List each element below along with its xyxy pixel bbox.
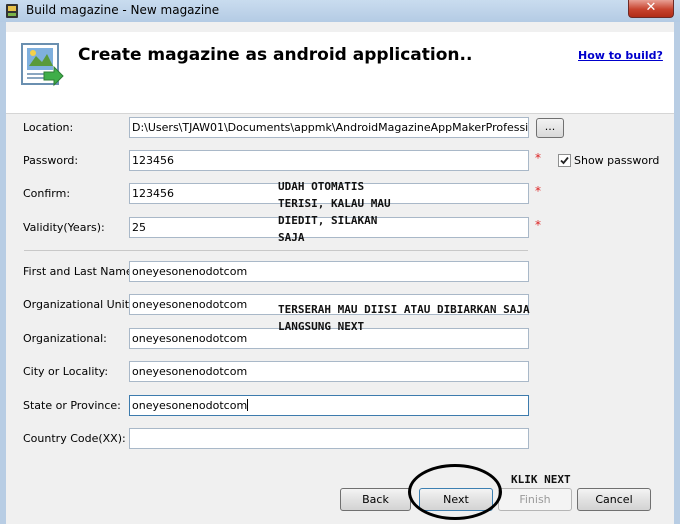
validity-label: Validity(Years): xyxy=(23,221,105,234)
annotation-optional: TERSERAH MAU DIISI ATAU DIBIARKAN SAJA L… xyxy=(278,301,530,335)
how-to-build-link[interactable]: How to build? xyxy=(578,49,663,62)
org-unit-label: Organizational Unit: xyxy=(23,298,133,311)
browse-button[interactable]: ... xyxy=(536,118,564,138)
show-password-label[interactable]: Show password xyxy=(574,154,659,167)
finish-button: Finish xyxy=(498,488,572,511)
title-bar: Build magazine - New magazine ✕ xyxy=(0,0,680,22)
checkmark-icon xyxy=(560,156,569,165)
magazine-android-icon xyxy=(21,43,64,87)
annotation-circle xyxy=(408,464,502,520)
annotation-line: UDAH OTOMATIS xyxy=(278,180,365,193)
password-label: Password: xyxy=(23,154,79,167)
form-separator xyxy=(24,250,528,251)
annotation-line: TERSERAH MAU DIISI ATAU DIBIARKAN SAJA xyxy=(278,303,530,316)
annotation-line: LANGSUNG NEXT xyxy=(278,320,365,333)
required-marker: * xyxy=(535,218,541,232)
window-frame-right xyxy=(674,22,680,524)
country-input[interactable] xyxy=(129,428,529,449)
annotation-line: SAJA xyxy=(278,231,305,244)
cancel-button[interactable]: Cancel xyxy=(577,488,651,511)
required-marker: * xyxy=(535,184,541,198)
close-icon: ✕ xyxy=(645,0,657,15)
name-label: First and Last Name: xyxy=(23,265,137,278)
back-button[interactable]: Back xyxy=(340,488,411,511)
org-label: Organizational: xyxy=(23,332,107,345)
wizard-header: Create magazine as android application..… xyxy=(6,32,674,114)
state-input-value: oneyesonenodotcom xyxy=(132,399,248,412)
build-magazine-window: Build magazine - New magazine ✕ Create m… xyxy=(0,0,680,524)
city-input[interactable]: oneyesonenodotcom xyxy=(129,361,529,382)
country-label: Country Code(XX): xyxy=(23,432,126,445)
location-input[interactable]: D:\Users\TJAW01\Documents\appmk\AndroidM… xyxy=(129,117,529,138)
show-password-checkbox[interactable] xyxy=(558,154,571,167)
annotation-auto-fill: UDAH OTOMATIS TERISI, KALAU MAU DIEDIT, … xyxy=(278,178,391,246)
annotation-line: DIEDIT, SILAKAN xyxy=(278,214,378,227)
annotation-line: TERISI, KALAU MAU xyxy=(278,197,391,210)
password-input[interactable]: 123456 xyxy=(129,150,529,171)
city-label: City or Locality: xyxy=(23,365,109,378)
window-title: Build magazine - New magazine xyxy=(26,3,220,17)
state-label: State or Province: xyxy=(23,399,121,412)
state-input[interactable]: oneyesonenodotcom xyxy=(129,395,529,416)
text-caret xyxy=(247,399,249,411)
confirm-label: Confirm: xyxy=(23,187,71,200)
required-marker: * xyxy=(535,151,541,165)
header-title: Create magazine as android application.. xyxy=(78,45,473,65)
name-input[interactable]: oneyesonenodotcom xyxy=(129,261,529,282)
close-button[interactable]: ✕ xyxy=(628,0,674,18)
location-label: Location: xyxy=(23,121,74,134)
app-icon xyxy=(6,4,18,18)
annotation-click-next: KLIK NEXT xyxy=(511,473,571,486)
dialog-client-area: Create magazine as android application..… xyxy=(6,22,674,524)
